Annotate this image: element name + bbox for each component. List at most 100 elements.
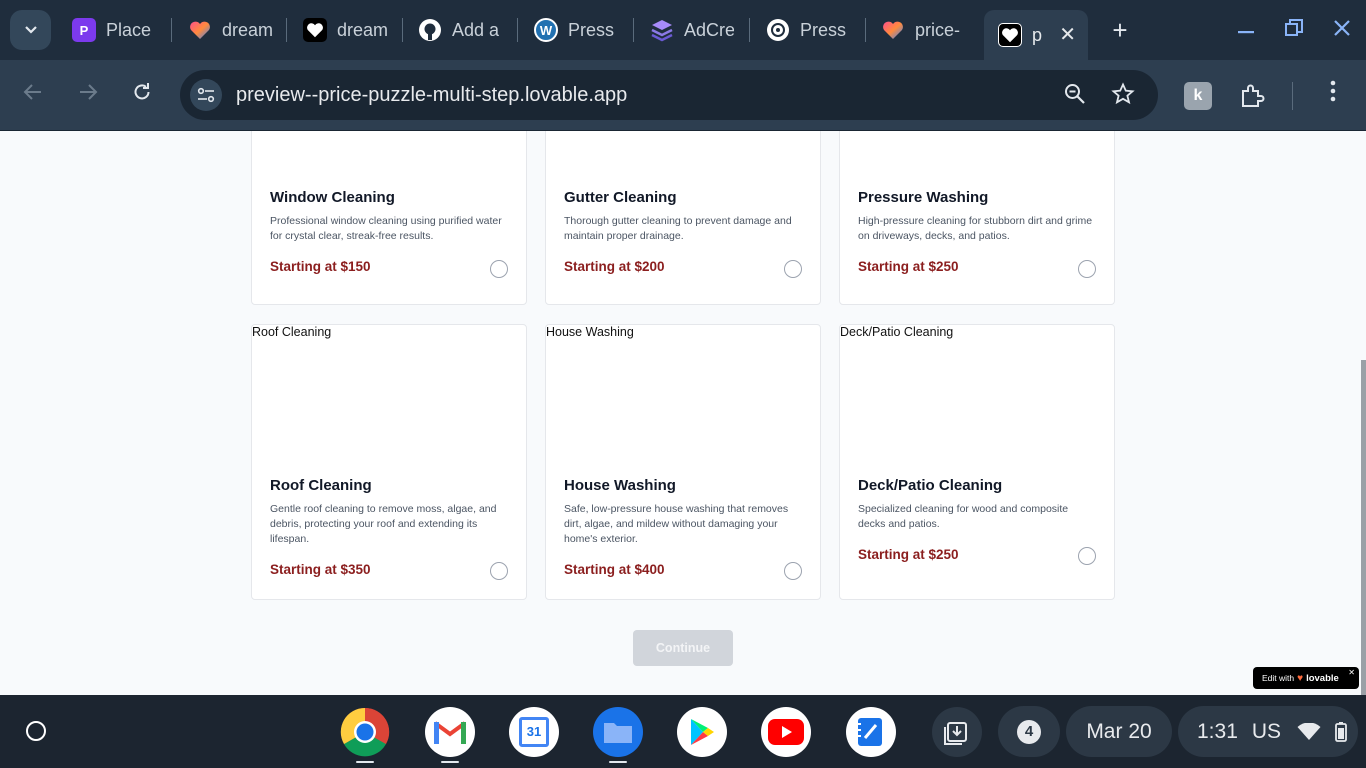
more-vertical-icon xyxy=(1330,80,1336,102)
tab-separator xyxy=(171,18,172,42)
service-card-roof-cleaning[interactable]: Roof Cleaning Roof Cleaning Gentle roof … xyxy=(251,324,527,600)
service-radio[interactable] xyxy=(784,562,802,580)
locale-text: US xyxy=(1251,719,1282,743)
scrollbar[interactable] xyxy=(1361,360,1366,695)
close-badge-icon[interactable]: ✕ xyxy=(1348,668,1355,677)
notification-count: 4 xyxy=(1017,719,1041,744)
service-radio[interactable] xyxy=(784,260,802,278)
openai-icon xyxy=(766,18,790,42)
play-store-icon[interactable] xyxy=(677,707,727,757)
downloads-tray-icon[interactable] xyxy=(932,707,982,757)
tab-separator xyxy=(749,18,750,42)
gmail-icon[interactable] xyxy=(425,707,475,757)
restore-button[interactable] xyxy=(1274,10,1314,50)
address-bar[interactable]: preview--price-puzzle-multi-step.lovable… xyxy=(180,70,1158,120)
zoom-out-icon[interactable] xyxy=(1062,82,1088,108)
lovable-heart-icon xyxy=(881,18,905,42)
tab-place[interactable]: P Place xyxy=(72,12,162,48)
minimize-button[interactable] xyxy=(1226,10,1266,50)
close-window-button[interactable] xyxy=(1322,10,1362,50)
reload-button[interactable] xyxy=(127,80,157,110)
github-icon xyxy=(418,18,442,42)
launcher-button[interactable] xyxy=(12,707,60,755)
extensions-puzzle-icon[interactable] xyxy=(1238,82,1266,110)
tab-price[interactable]: price- xyxy=(881,12,965,48)
new-tab-button[interactable]: + xyxy=(1108,14,1132,46)
service-radio[interactable] xyxy=(1078,260,1096,278)
date-button[interactable]: Mar 20 xyxy=(1066,706,1172,757)
lovable-heart-icon: ♥ xyxy=(1297,672,1304,684)
restore-icon xyxy=(1285,19,1303,36)
forward-arrow-icon xyxy=(80,84,98,100)
back-button[interactable] xyxy=(18,80,48,110)
service-image: House Washing xyxy=(546,325,634,339)
service-title: Roof Cleaning xyxy=(270,477,372,494)
tab-press-2[interactable]: Press xyxy=(766,12,850,48)
tab-search-button[interactable] xyxy=(10,10,51,50)
chrome-icon[interactable] xyxy=(340,707,390,757)
page-content: Window Cleaning Professional window clea… xyxy=(0,131,1366,695)
service-description: High-pressure cleaning for stubborn dirt… xyxy=(858,215,1093,242)
service-card-gutter-cleaning[interactable]: Gutter Cleaning Thorough gutter cleaning… xyxy=(545,131,821,305)
service-description: Thorough gutter cleaning to prevent dama… xyxy=(564,215,792,242)
service-title: Gutter Cleaning xyxy=(564,189,677,206)
close-icon xyxy=(1334,20,1350,36)
service-card-window-cleaning[interactable]: Window Cleaning Professional window clea… xyxy=(251,131,527,305)
service-image: Roof Cleaning xyxy=(252,325,332,339)
browser-menu-button[interactable] xyxy=(1320,80,1346,110)
minimize-icon xyxy=(1238,31,1254,34)
tab-github[interactable]: Add a xyxy=(418,12,502,48)
forward-button[interactable] xyxy=(73,80,103,110)
service-title: Pressure Washing xyxy=(858,189,989,206)
service-price: Starting at $400 xyxy=(564,562,665,577)
tab-title: Press xyxy=(568,19,615,40)
files-icon[interactable] xyxy=(593,707,643,757)
service-card-pressure-washing[interactable]: Pressure Washing High-pressure cleaning … xyxy=(839,131,1115,305)
service-radio[interactable] xyxy=(490,260,508,278)
tab-strip: P Place dream dream Add a W Press AdCre xyxy=(0,0,1366,60)
service-price: Starting at $250 xyxy=(858,259,959,274)
toolbar-divider xyxy=(1292,82,1293,110)
service-radio[interactable] xyxy=(1078,547,1096,565)
site-info-button[interactable] xyxy=(190,79,222,111)
service-description: Professional window cleaning using purif… xyxy=(270,215,502,242)
service-title: House Washing xyxy=(564,477,676,494)
tab-title: Place xyxy=(106,19,152,40)
service-description: Specialized cleaning for wood and compos… xyxy=(858,503,1069,530)
service-price: Starting at $200 xyxy=(564,259,665,274)
reload-icon xyxy=(134,83,150,100)
system-tray[interactable]: 1:31 US xyxy=(1178,706,1358,757)
tab-active[interactable]: p ✕ xyxy=(984,10,1088,60)
tab-dream[interactable]: dream xyxy=(188,12,272,48)
badge-prefix: Edit with xyxy=(1262,673,1295,683)
edit-with-lovable-badge[interactable]: Edit with ♥ lovable ✕ xyxy=(1253,667,1359,689)
calendar-icon[interactable]: 31 xyxy=(509,707,559,757)
tune-icon xyxy=(197,87,215,103)
white-heart-icon xyxy=(303,18,327,42)
extension-k-icon[interactable]: k xyxy=(1184,82,1212,110)
notification-button[interactable]: 4 xyxy=(998,706,1060,757)
continue-button[interactable]: Continue xyxy=(633,630,733,666)
service-price: Starting at $350 xyxy=(270,562,371,577)
tab-dream-2[interactable]: dream xyxy=(303,12,387,48)
bookmark-star-icon[interactable] xyxy=(1110,82,1136,108)
service-image: Deck/Patio Cleaning xyxy=(840,325,954,339)
tab-adcreative[interactable]: AdCre xyxy=(650,12,734,48)
service-card-house-washing[interactable]: House Washing House Washing Safe, low-pr… xyxy=(545,324,821,600)
tab-title: p xyxy=(1032,24,1043,45)
close-tab-icon[interactable]: ✕ xyxy=(1059,22,1076,47)
tab-press[interactable]: W Press xyxy=(534,12,618,48)
clock-text: 1:31 xyxy=(1197,719,1238,743)
url-text[interactable]: preview--price-puzzle-multi-step.lovable… xyxy=(236,84,627,107)
service-radio[interactable] xyxy=(490,562,508,580)
wordpress-icon: W xyxy=(534,18,558,42)
tab-separator xyxy=(402,18,403,42)
launcher-circle-icon xyxy=(26,721,46,741)
notes-icon[interactable] xyxy=(846,707,896,757)
calendar-day: 31 xyxy=(519,717,549,747)
wifi-icon xyxy=(1297,722,1321,740)
white-heart-icon xyxy=(998,23,1022,47)
service-card-deck-patio-cleaning[interactable]: Deck/Patio Cleaning Deck/Patio Cleaning … xyxy=(839,324,1115,600)
tab-separator xyxy=(517,18,518,42)
youtube-icon[interactable] xyxy=(761,707,811,757)
